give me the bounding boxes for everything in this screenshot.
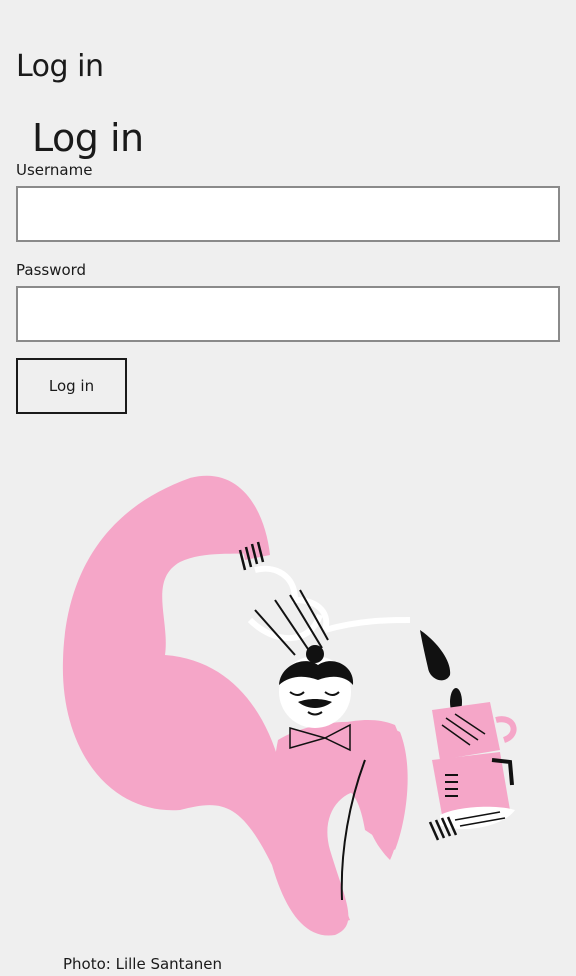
coffee-bag-icon	[432, 752, 514, 815]
password-input[interactable]	[16, 286, 560, 342]
login-button[interactable]: Log in	[16, 358, 127, 414]
page-title: Log in	[16, 49, 104, 84]
coffee-cup-icon	[432, 702, 517, 760]
chef-pouring-coffee-illustration	[62, 475, 517, 936]
password-label: Password	[16, 261, 87, 279]
photo-credit: Photo: Lille Santanen	[63, 955, 223, 973]
username-label: Username	[16, 161, 93, 179]
chef-face-icon	[279, 645, 354, 728]
pink-body-shape	[62, 476, 405, 936]
form-heading: Log in	[32, 116, 144, 160]
coffee-pot-icon	[247, 565, 411, 642]
username-input[interactable]	[16, 186, 560, 242]
